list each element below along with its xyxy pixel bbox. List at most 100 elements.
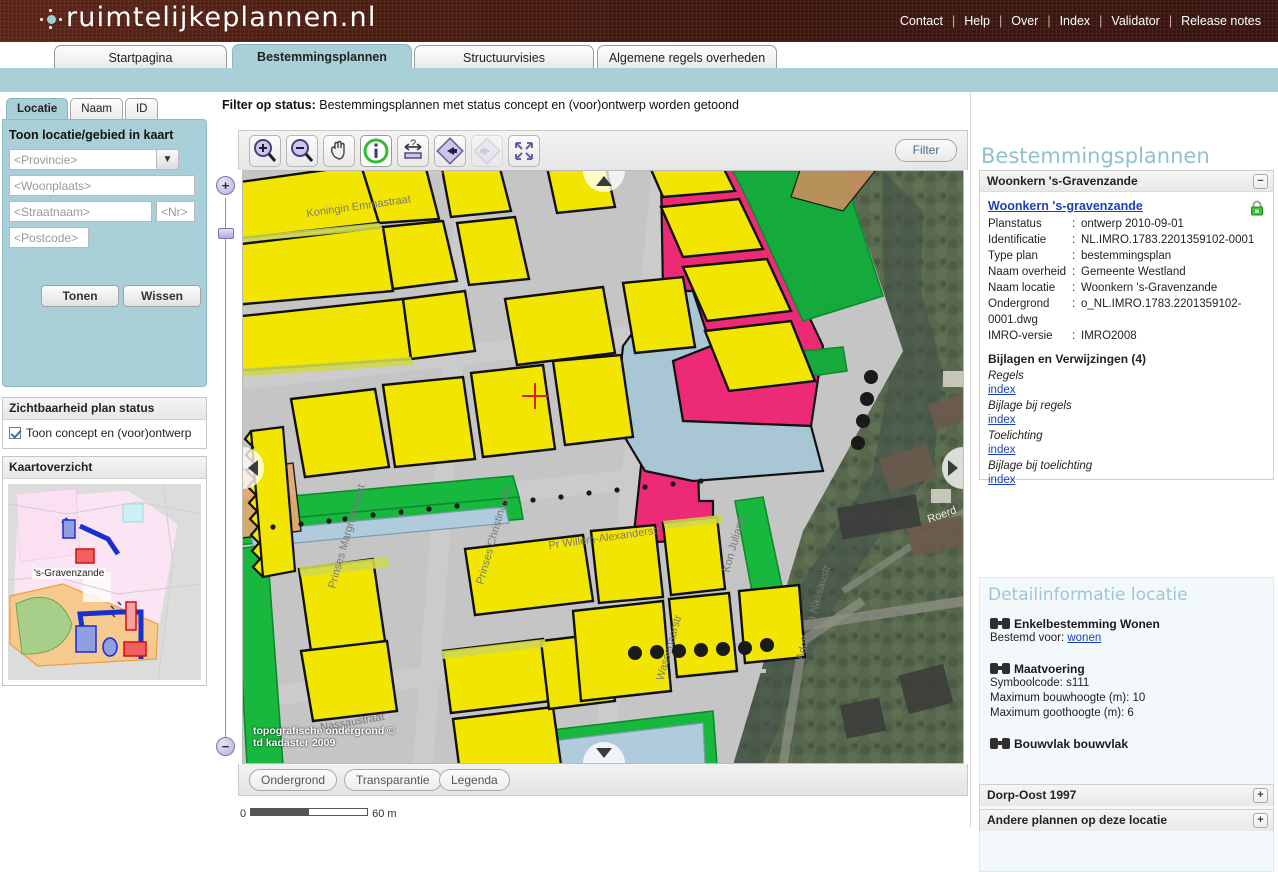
plan-link[interactable]: Woonkern 's-gravenzande [988,199,1143,213]
sidebar-tab-naam[interactable]: Naam [70,98,123,119]
lock-icon-graphic [1251,200,1263,216]
measure-button[interactable]: ? [397,135,429,167]
attachment-label: Bijlage bij regels [988,400,1072,412]
attachment-link[interactable]: index [988,474,1016,486]
plan-field-value: ontwerp 2010-09-01 [1081,218,1184,230]
nav-link-validator[interactable]: Validator [1102,14,1168,28]
measure-icon: ? [404,138,422,159]
nav-link-index[interactable]: Index [1051,14,1100,28]
map-canvas[interactable]: Koningin Emmastraat Prinses Margrietstra… [242,170,964,764]
filter-text: Bestemmingsplannen met status concept en… [319,98,739,112]
next-extent-button [471,135,503,167]
plan-field-row: Naam overheid: Gemeente Westland [988,264,1265,280]
nav-link-release-notes[interactable]: Release notes [1172,14,1270,28]
previous-extent-button[interactable] [434,135,466,167]
detail-item-line: Bestemd voor: [990,632,1068,644]
pan-left-button[interactable] [243,447,264,489]
tab-bestemmingsplannen[interactable]: Bestemmingsplannen [232,44,412,70]
city-input[interactable]: <Woonplaats> [9,175,195,196]
accordion-dorp-oost-header[interactable]: Dorp-Oost 1997 + [980,785,1273,806]
plan-field-row: Type plan: bestemmingsplan [988,248,1265,264]
street-input[interactable]: <Straatnaam> [9,201,152,222]
pan-up-button[interactable] [583,171,625,192]
pan-down-button[interactable] [583,742,625,763]
top-navigation: Contact | Help | Over | Index | Validator | Releas… [891,14,1270,28]
accordion-dorp-oost[interactable]: Dorp-Oost 1997 + [979,784,1274,806]
attachment-link[interactable]: index [988,384,1016,396]
colon: : [1072,330,1076,342]
zoom-out-button[interactable] [286,135,318,167]
plan-field-key: Naam locatie [988,282,1056,294]
binoculars-icon [990,663,1010,674]
show-button[interactable]: Tonen [41,285,119,307]
show-concept-checkbox[interactable] [9,427,21,439]
pan-down-icon [596,748,612,758]
colon: : [1072,218,1076,230]
plan-accordion-body: Woonkern 's-gravenzande Planstatus: ontwe… [980,192,1273,486]
main-tab-bar: Startpagina Bestemmingsplannen Structuur… [0,42,1278,70]
accent-strip [0,68,1278,92]
map-zoom-slider[interactable]: + − [216,176,236,756]
pan-button[interactable] [323,135,355,167]
nav-link-contact[interactable]: Contact [891,14,952,28]
postcode-input[interactable]: <Postcode> [9,227,89,248]
show-concept-label: Toon concept en (voor)ontwerp [26,426,192,440]
colon: : [1072,282,1076,294]
plan-field-row: Ondergrond: o_NL.IMRO.1783.2201359102-000… [988,296,1265,328]
map-filter-button[interactable]: Filter [895,139,957,162]
sidebar-tab-bar: LocatieNaamIDCriteria [6,98,210,140]
zoom-out-slider-button[interactable]: − [216,737,235,756]
clear-button[interactable]: Wissen [123,285,201,307]
attachment-link[interactable]: index [988,444,1016,456]
map-bottom-toolbar: Ondergrond Transparantie Legenda [238,764,968,796]
collapse-button[interactable]: − [1253,174,1268,189]
plan-field-key: Ondergrond [988,298,1050,310]
attachment-label: Regels [988,370,1024,382]
plan-field-value: Woonkern 's-Gravenzande [1081,282,1218,294]
tab-structuurvisies[interactable]: Structuurvisies [414,45,594,70]
zoom-in-slider-button[interactable]: + [216,176,235,195]
back-arrow-icon [436,137,464,165]
nav-link-help[interactable]: Help [955,14,999,28]
plan-status-visibility-box: Zichtbaarheid plan status Toon concept e… [2,397,207,449]
attachment-link[interactable]: index [988,414,1016,426]
tab-algemene-regels[interactable]: Algemene regels overheden [597,45,777,70]
ondergrond-button[interactable]: Ondergrond [249,769,338,791]
map-scale-bar: 0 60 m [240,808,397,820]
province-select-wrapper[interactable]: <Provincie> ▼ [9,149,179,171]
right-panel-title: Bestemmingsplannen [981,144,1210,168]
zoom-in-button[interactable] [249,135,281,167]
housenumber-input[interactable]: <Nr> [156,201,195,222]
plan-field-key: Identificatie [988,234,1047,246]
zoom-out-icon [291,139,314,162]
pan-left-icon [248,460,258,476]
pan-right-button[interactable] [942,447,963,489]
attachment-label: Bijlage bij toelichting [988,460,1093,472]
province-select[interactable]: <Provincie> [9,149,157,170]
overview-map-graphic [8,484,201,680]
plan-accordion-title: Woonkern 's-Gravenzande [987,174,1138,188]
plan-accordion: Woonkern 's-Gravenzande − Woonkern 's-gr… [979,170,1274,486]
colon: : [1072,234,1076,246]
plan-status-checkbox-row[interactable]: Toon concept en (voor)ontwerp [3,420,206,440]
colon: : [1072,250,1076,262]
full-extent-button[interactable] [508,135,540,167]
tab-startpagina[interactable]: Startpagina [54,45,227,70]
nav-link-over[interactable]: Over [1002,14,1047,28]
transparantie-button[interactable]: Transparantie [344,769,442,791]
legenda-button[interactable]: Legenda [439,769,510,791]
overview-map[interactable]: 's-Gravenzande [8,484,201,680]
sidebar-tab-locatie[interactable]: Locatie [6,98,69,119]
expand-button[interactable]: + [1253,788,1268,803]
detail-item-link[interactable]: wonen [1067,632,1101,644]
zoom-slider-track[interactable] [225,198,226,738]
zoom-slider-handle[interactable] [218,228,234,239]
plan-field-key: Type plan [988,250,1038,262]
detail-item-line: Maximum goothoogte (m): 6 [990,707,1134,719]
info-button[interactable] [360,135,392,167]
chevron-down-icon[interactable]: ▼ [157,149,179,170]
expand-button[interactable]: + [1253,813,1268,828]
site-logo[interactable]: ruimtelijkeplannen.nl [40,2,377,33]
sidebar-tab-id[interactable]: ID [124,98,159,119]
plan-accordion-header[interactable]: Woonkern 's-Gravenzande − [980,171,1273,192]
